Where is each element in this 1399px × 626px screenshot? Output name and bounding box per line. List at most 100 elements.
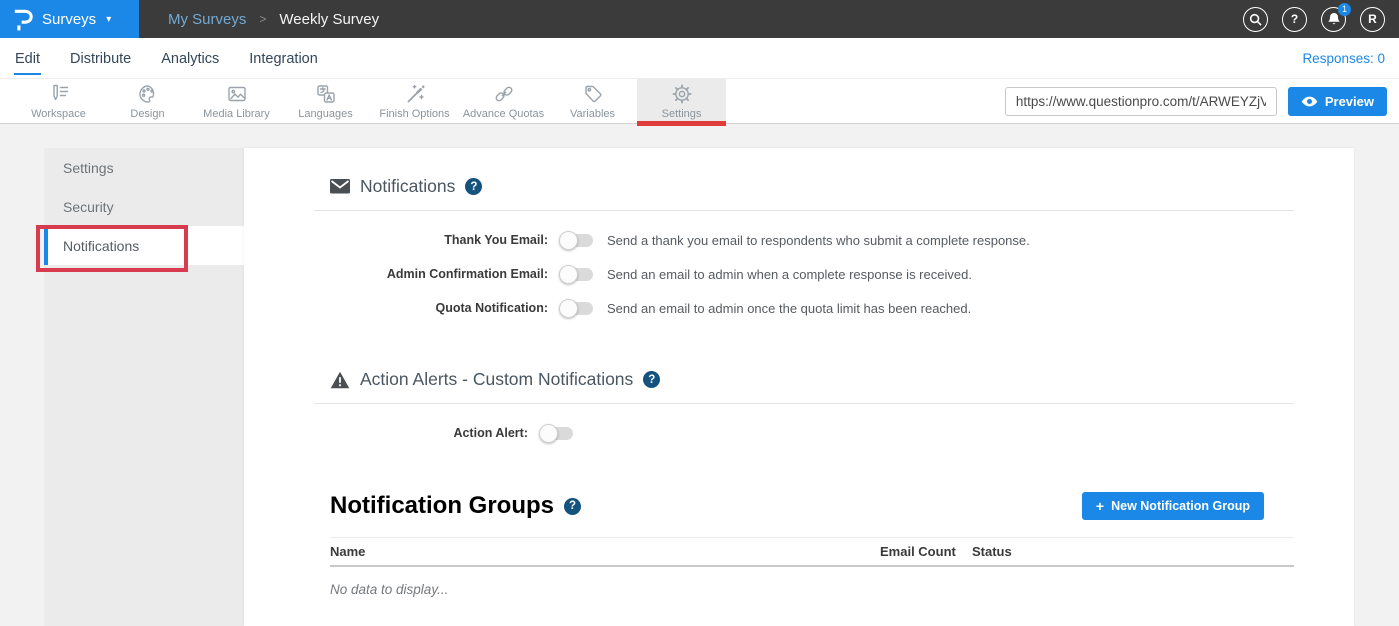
action-alert-row: Action Alert:: [330, 416, 1294, 450]
questionpro-logo-icon: [13, 7, 33, 32]
search-button[interactable]: [1243, 7, 1268, 32]
breadcrumb-current-survey: Weekly Survey: [279, 11, 379, 28]
toolbar-item-workspace[interactable]: Workspace: [14, 79, 103, 123]
column-header-status: Status: [972, 544, 1294, 559]
tab-edit[interactable]: Edit: [14, 42, 41, 75]
breadcrumb: My Surveys > Weekly Survey: [168, 0, 379, 38]
toggle-knob: [539, 424, 558, 443]
column-header-name: Name: [330, 544, 880, 559]
topbar-icon-group: ? 1 R: [1243, 0, 1399, 38]
section-divider: [314, 210, 1294, 211]
thank-you-email-description: Send a thank you email to respondents wh…: [607, 233, 1030, 248]
thank-you-email-toggle[interactable]: [561, 234, 593, 247]
action-alerts-help-icon[interactable]: ?: [643, 371, 660, 388]
section-divider: [314, 403, 1294, 404]
survey-nav-tabs: Edit Distribute Analytics Integration Re…: [0, 38, 1399, 78]
quota-notification-row: Quota Notification: Send an email to adm…: [330, 291, 1294, 325]
toolbar-item-label: Workspace: [31, 108, 86, 120]
toolbar-right-group: Preview: [1005, 79, 1399, 123]
variables-tag-icon: [582, 83, 604, 105]
toolbar-item-variables[interactable]: Variables: [548, 79, 637, 123]
warning-triangle-icon: [330, 371, 350, 389]
breadcrumb-separator: >: [259, 12, 266, 26]
admin-confirmation-email-description: Send an email to admin when a complete r…: [607, 267, 972, 282]
action-alerts-section-title: Action Alerts - Custom Notifications: [360, 369, 633, 390]
tab-integration[interactable]: Integration: [248, 42, 319, 75]
workspace-icon: [48, 83, 70, 105]
thank-you-email-row: Thank You Email: Send a thank you email …: [330, 223, 1294, 257]
quota-notification-description: Send an email to admin once the quota li…: [607, 301, 971, 316]
new-notification-group-label: New Notification Group: [1111, 499, 1250, 513]
toggle-knob: [559, 231, 578, 250]
toolbar-item-label: Settings: [662, 108, 702, 120]
eye-icon: [1301, 96, 1318, 107]
preview-button[interactable]: Preview: [1288, 87, 1387, 116]
admin-confirmation-email-label: Admin Confirmation Email:: [330, 267, 548, 281]
toolbar-item-label: Media Library: [203, 108, 270, 120]
notifications-settings-panel: Notifications ? Thank You Email: Send a …: [244, 148, 1354, 626]
preview-button-label: Preview: [1325, 94, 1374, 109]
toolbar-item-media-library[interactable]: Media Library: [192, 79, 281, 123]
tab-distribute[interactable]: Distribute: [69, 42, 132, 75]
toolbar-item-settings[interactable]: Settings: [637, 79, 726, 123]
notifications-button[interactable]: 1: [1321, 7, 1346, 32]
quota-notification-label: Quota Notification:: [330, 301, 548, 315]
admin-confirmation-email-toggle[interactable]: [561, 268, 593, 281]
product-switcher[interactable]: Surveys ▾: [0, 0, 139, 38]
notification-groups-title: Notification Groups: [330, 492, 554, 520]
sidebar-item-security[interactable]: Security: [44, 187, 244, 226]
sidebar-item-settings[interactable]: Settings: [44, 148, 244, 187]
plus-icon: +: [1096, 498, 1104, 514]
toolbar-item-languages[interactable]: Languages: [281, 79, 370, 123]
notification-count-badge: 1: [1338, 3, 1351, 16]
top-bar: Surveys ▾ My Surveys > Weekly Survey ? 1…: [0, 0, 1399, 38]
notification-groups-help-icon[interactable]: ?: [564, 498, 581, 515]
languages-icon: [315, 83, 337, 105]
notification-groups-table-header: Name Email Count Status: [330, 537, 1294, 567]
user-avatar[interactable]: R: [1360, 7, 1385, 32]
toolbar-item-label: Advance Quotas: [463, 108, 544, 120]
quota-notification-toggle[interactable]: [561, 302, 593, 315]
action-alert-label: Action Alert:: [330, 426, 528, 440]
new-notification-group-button[interactable]: + New Notification Group: [1082, 492, 1264, 520]
breadcrumb-my-surveys[interactable]: My Surveys: [168, 11, 246, 28]
survey-url-input[interactable]: [1005, 87, 1277, 116]
product-label: Surveys: [42, 11, 96, 28]
toggle-knob: [559, 265, 578, 284]
toolbar-item-finish-options[interactable]: Finish Options: [370, 79, 459, 123]
chevron-down-icon: ▾: [106, 14, 111, 25]
column-header-email-count: Email Count: [880, 544, 972, 559]
finish-options-wand-icon: [404, 83, 426, 105]
thank-you-email-label: Thank You Email:: [330, 233, 548, 247]
notifications-help-icon[interactable]: ?: [465, 178, 482, 195]
edit-toolbar: Workspace Design Media Library Languages: [0, 78, 1399, 124]
responses-count[interactable]: Responses: 0: [1302, 51, 1385, 66]
settings-sidebar: Settings Security Notifications: [44, 148, 244, 626]
toolbar-item-advance-quotas[interactable]: Advance Quotas: [459, 79, 548, 123]
sidebar-item-notifications[interactable]: Notifications: [44, 226, 244, 265]
toolbar-item-label: Finish Options: [379, 108, 449, 120]
tab-analytics[interactable]: Analytics: [160, 42, 220, 75]
toolbar-item-design[interactable]: Design: [103, 79, 192, 123]
admin-confirmation-email-row: Admin Confirmation Email: Send an email …: [330, 257, 1294, 291]
toggle-knob: [559, 299, 578, 318]
notifications-section-title: Notifications: [360, 176, 455, 197]
search-icon: [1249, 13, 1262, 26]
settings-active-red-underline: [637, 121, 726, 126]
media-library-icon: [226, 83, 248, 105]
notification-groups-section-header: Notification Groups ? + New Notification…: [330, 492, 1294, 520]
avatar-initial: R: [1368, 12, 1377, 26]
design-palette-icon: [137, 83, 159, 105]
help-button[interactable]: ?: [1282, 7, 1307, 32]
notifications-section-header: Notifications ?: [330, 176, 1294, 197]
advance-quotas-link-icon: [493, 83, 515, 105]
toolbar-item-label: Variables: [570, 108, 615, 120]
toolbar-item-label: Design: [130, 108, 164, 120]
toolbar-item-label: Languages: [298, 108, 352, 120]
content-area: Settings Security Notifications Notifica…: [0, 124, 1399, 626]
envelope-icon: [330, 179, 350, 194]
settings-gear-icon: [671, 83, 693, 105]
table-empty-message: No data to display...: [330, 582, 1294, 597]
action-alerts-section-header: Action Alerts - Custom Notifications ?: [330, 369, 1294, 390]
action-alert-toggle[interactable]: [541, 427, 573, 440]
